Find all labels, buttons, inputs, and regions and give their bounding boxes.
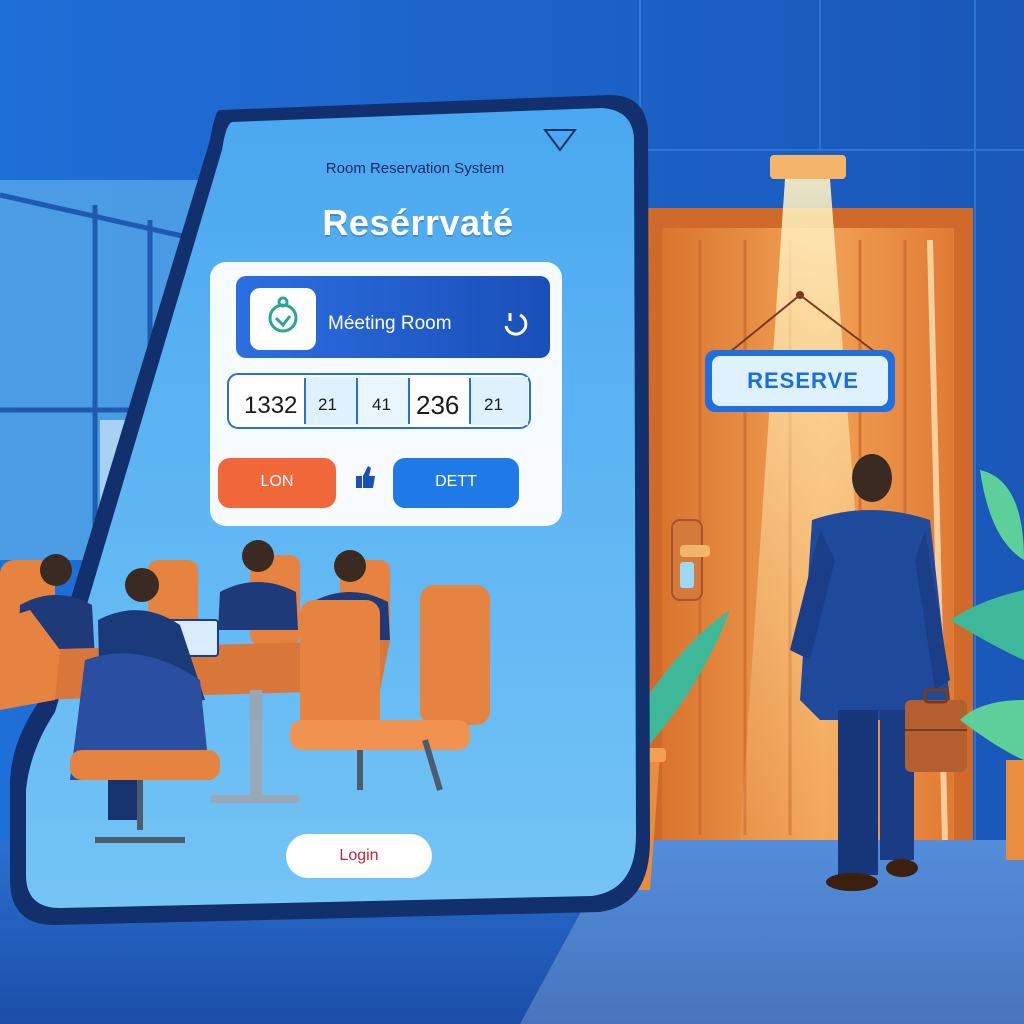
- time-slot[interactable]: 21: [318, 395, 337, 415]
- dett-button[interactable]: DETT: [393, 473, 519, 491]
- thumbs-up-icon: [352, 464, 378, 492]
- clock-icon: [498, 306, 518, 326]
- login-button[interactable]: Login: [286, 847, 432, 865]
- reserve-sign: RESERVE: [747, 368, 859, 393]
- page-heading: Resérrvaté: [322, 202, 514, 243]
- lon-button[interactable]: LON: [218, 473, 336, 491]
- time-slot[interactable]: 236: [416, 390, 459, 421]
- system-title: Room Reservation System: [325, 160, 505, 177]
- illustration-scene: Room Reservation System Resérrvaté Méeti…: [0, 0, 1024, 1024]
- time-slot[interactable]: 21: [484, 395, 503, 415]
- tablet-screen: Room Reservation System Resérrvaté Méeti…: [0, 0, 1024, 1024]
- room-label: Méeting Room: [328, 313, 452, 334]
- room-icon: [250, 288, 316, 350]
- time-slot[interactable]: 41: [372, 395, 391, 415]
- time-slot[interactable]: 1332: [244, 392, 297, 420]
